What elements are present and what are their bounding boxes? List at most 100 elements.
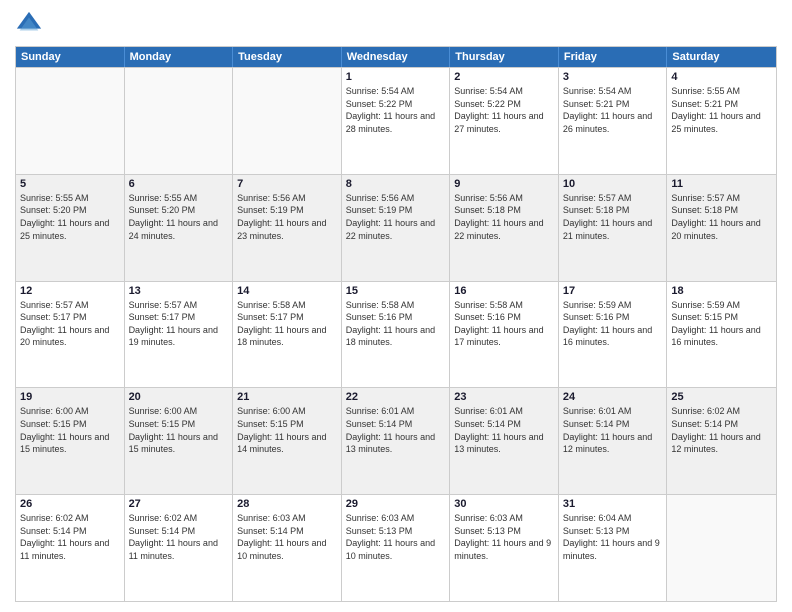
calendar-cell: 3Sunrise: 5:54 AMSunset: 5:21 PMDaylight… xyxy=(559,68,668,174)
day-info: Sunrise: 6:02 AMSunset: 5:14 PMDaylight:… xyxy=(129,512,229,562)
calendar-cell: 23 Sunrise: 6:01 AMSunset: 5:14 PMDayligh… xyxy=(450,388,559,494)
day-info: Sunrise: 5:54 AMSunset: 5:21 PMDaylight:… xyxy=(563,85,663,135)
day-number: 28 xyxy=(237,498,337,510)
weekday-header-sunday: Sunday xyxy=(16,47,125,67)
day-info: Sunrise: 5:56 AMSunset: 5:19 PMDaylight:… xyxy=(346,192,446,242)
day-number: 25 xyxy=(671,391,772,403)
day-number: 11 xyxy=(671,178,772,190)
day-info: Sunrise: 5:55 AMSunset: 5:20 PMDaylight:… xyxy=(129,192,229,242)
calendar-cell: 7 Sunrise: 5:56 AMSunset: 5:19 PMDaylight… xyxy=(233,175,342,281)
day-number: 19 xyxy=(20,391,120,403)
calendar-row-4: 19Sunrise: 6:00 AMSunset: 5:15 PMDayligh… xyxy=(16,387,776,494)
calendar-row-2: 5 Sunrise: 5:55 AMSunset: 5:20 PMDaylight… xyxy=(16,174,776,281)
day-number: 20 xyxy=(129,391,229,403)
day-number: 9 xyxy=(454,178,554,190)
calendar-cell: 5 Sunrise: 5:55 AMSunset: 5:20 PMDaylight… xyxy=(16,175,125,281)
day-number: 24 xyxy=(563,391,663,403)
calendar-body: 1 Sunrise: 5:54 AMSunset: 5:22 PMDaylight… xyxy=(16,67,776,601)
day-info: Sunrise: 5:57 AMSunset: 5:17 PMDaylight:… xyxy=(20,299,120,349)
day-number: 14 xyxy=(237,285,337,297)
day-info: Sunrise: 5:56 AMSunset: 5:18 PMDaylight:… xyxy=(454,192,554,242)
calendar-cell xyxy=(233,68,342,174)
day-info: Sunrise: 5:57 AMSunset: 5:18 PMDaylight:… xyxy=(563,192,663,242)
calendar-cell: 16 Sunrise: 5:58 AMSunset: 5:16 PMDayligh… xyxy=(450,282,559,388)
day-number: 5 xyxy=(20,178,120,190)
weekday-header-tuesday: Tuesday xyxy=(233,47,342,67)
day-number: 2 xyxy=(454,71,554,83)
day-number: 12 xyxy=(20,285,120,297)
day-number: 31 xyxy=(563,498,663,510)
calendar-cell: 27 Sunrise: 6:02 AMSunset: 5:14 PMDayligh… xyxy=(125,495,234,601)
calendar-cell: 6 Sunrise: 5:55 AMSunset: 5:20 PMDaylight… xyxy=(125,175,234,281)
calendar-cell: 2 Sunrise: 5:54 AMSunset: 5:22 PMDaylight… xyxy=(450,68,559,174)
calendar-cell: 29Sunrise: 6:03 AMSunset: 5:13 PMDayligh… xyxy=(342,495,451,601)
logo-icon xyxy=(15,10,43,38)
calendar-cell xyxy=(125,68,234,174)
day-info: Sunrise: 6:03 AMSunset: 5:13 PMDaylight:… xyxy=(346,512,446,562)
day-number: 17 xyxy=(563,285,663,297)
day-info: Sunrise: 6:02 AMSunset: 5:14 PMDaylight:… xyxy=(20,512,120,562)
day-number: 23 xyxy=(454,391,554,403)
calendar-header: SundayMondayTuesdayWednesdayThursdayFrid… xyxy=(16,47,776,67)
calendar-cell xyxy=(667,495,776,601)
calendar-row-1: 1 Sunrise: 5:54 AMSunset: 5:22 PMDaylight… xyxy=(16,67,776,174)
day-info: Sunrise: 6:04 AMSunset: 5:13 PMDaylight:… xyxy=(563,512,663,562)
day-info: Sunrise: 5:58 AMSunset: 5:16 PMDaylight:… xyxy=(346,299,446,349)
day-info: Sunrise: 5:58 AMSunset: 5:17 PMDaylight:… xyxy=(237,299,337,349)
day-info: Sunrise: 6:02 AMSunset: 5:14 PMDaylight:… xyxy=(671,405,772,455)
day-number: 22 xyxy=(346,391,446,403)
calendar-cell: 25 Sunrise: 6:02 AMSunset: 5:14 PMDayligh… xyxy=(667,388,776,494)
calendar-cell: 20Sunrise: 6:00 AMSunset: 5:15 PMDayligh… xyxy=(125,388,234,494)
day-info: Sunrise: 5:58 AMSunset: 5:16 PMDaylight:… xyxy=(454,299,554,349)
calendar-cell: 26 Sunrise: 6:02 AMSunset: 5:14 PMDayligh… xyxy=(16,495,125,601)
weekday-header-wednesday: Wednesday xyxy=(342,47,451,67)
logo xyxy=(15,10,47,38)
day-number: 16 xyxy=(454,285,554,297)
day-number: 1 xyxy=(346,71,446,83)
calendar-cell: 14 Sunrise: 5:58 AMSunset: 5:17 PMDayligh… xyxy=(233,282,342,388)
day-info: Sunrise: 5:55 AMSunset: 5:20 PMDaylight:… xyxy=(20,192,120,242)
day-number: 27 xyxy=(129,498,229,510)
day-info: Sunrise: 5:54 AMSunset: 5:22 PMDaylight:… xyxy=(454,85,554,135)
calendar-cell: 13 Sunrise: 5:57 AMSunset: 5:17 PMDayligh… xyxy=(125,282,234,388)
day-info: Sunrise: 5:59 AMSunset: 5:16 PMDaylight:… xyxy=(563,299,663,349)
day-number: 6 xyxy=(129,178,229,190)
day-number: 7 xyxy=(237,178,337,190)
day-number: 26 xyxy=(20,498,120,510)
calendar-cell: 18 Sunrise: 5:59 AMSunset: 5:15 PMDayligh… xyxy=(667,282,776,388)
calendar-cell: 10 Sunrise: 5:57 AMSunset: 5:18 PMDayligh… xyxy=(559,175,668,281)
calendar-cell: 24 Sunrise: 6:01 AMSunset: 5:14 PMDayligh… xyxy=(559,388,668,494)
day-info: Sunrise: 5:57 AMSunset: 5:17 PMDaylight:… xyxy=(129,299,229,349)
page: SundayMondayTuesdayWednesdayThursdayFrid… xyxy=(0,0,792,612)
weekday-header-saturday: Saturday xyxy=(667,47,776,67)
calendar-cell: 11 Sunrise: 5:57 AMSunset: 5:18 PMDayligh… xyxy=(667,175,776,281)
day-number: 13 xyxy=(129,285,229,297)
day-info: Sunrise: 5:54 AMSunset: 5:22 PMDaylight:… xyxy=(346,85,446,135)
calendar-cell xyxy=(16,68,125,174)
day-info: Sunrise: 5:56 AMSunset: 5:19 PMDaylight:… xyxy=(237,192,337,242)
calendar: SundayMondayTuesdayWednesdayThursdayFrid… xyxy=(15,46,777,602)
calendar-cell: 28 Sunrise: 6:03 AMSunset: 5:14 PMDayligh… xyxy=(233,495,342,601)
calendar-cell: 15 Sunrise: 5:58 AMSunset: 5:16 PMDayligh… xyxy=(342,282,451,388)
day-info: Sunrise: 6:03 AMSunset: 5:14 PMDaylight:… xyxy=(237,512,337,562)
day-info: Sunrise: 5:59 AMSunset: 5:15 PMDaylight:… xyxy=(671,299,772,349)
day-info: Sunrise: 6:01 AMSunset: 5:14 PMDaylight:… xyxy=(563,405,663,455)
day-number: 21 xyxy=(237,391,337,403)
header xyxy=(15,10,777,38)
calendar-cell: 21Sunrise: 6:00 AMSunset: 5:15 PMDayligh… xyxy=(233,388,342,494)
weekday-header-friday: Friday xyxy=(559,47,668,67)
day-number: 15 xyxy=(346,285,446,297)
calendar-cell: 8Sunrise: 5:56 AMSunset: 5:19 PMDaylight… xyxy=(342,175,451,281)
calendar-cell: 31 Sunrise: 6:04 AMSunset: 5:13 PMDayligh… xyxy=(559,495,668,601)
calendar-cell: 9 Sunrise: 5:56 AMSunset: 5:18 PMDaylight… xyxy=(450,175,559,281)
day-info: Sunrise: 6:01 AMSunset: 5:14 PMDaylight:… xyxy=(454,405,554,455)
calendar-cell: 30Sunrise: 6:03 AMSunset: 5:13 PMDayligh… xyxy=(450,495,559,601)
day-info: Sunrise: 5:57 AMSunset: 5:18 PMDaylight:… xyxy=(671,192,772,242)
day-number: 30 xyxy=(454,498,554,510)
calendar-cell: 22Sunrise: 6:01 AMSunset: 5:14 PMDayligh… xyxy=(342,388,451,494)
calendar-row-3: 12 Sunrise: 5:57 AMSunset: 5:17 PMDayligh… xyxy=(16,281,776,388)
day-info: Sunrise: 5:55 AMSunset: 5:21 PMDaylight:… xyxy=(671,85,772,135)
day-number: 18 xyxy=(671,285,772,297)
calendar-row-5: 26 Sunrise: 6:02 AMSunset: 5:14 PMDayligh… xyxy=(16,494,776,601)
day-number: 10 xyxy=(563,178,663,190)
